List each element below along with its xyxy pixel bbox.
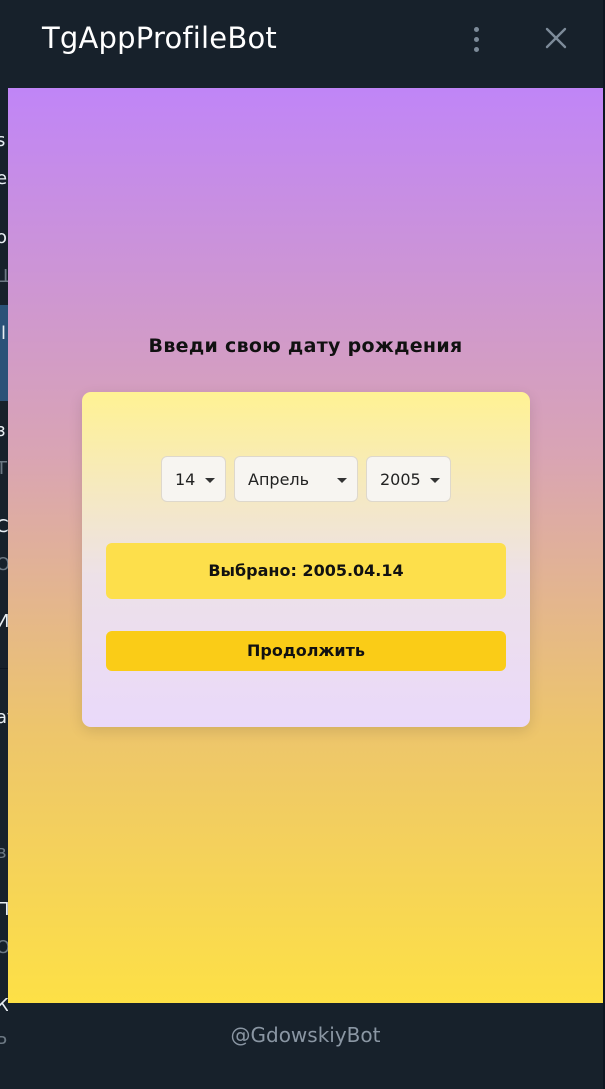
close-icon[interactable]	[542, 24, 570, 52]
month-value: Апрель	[248, 470, 310, 489]
background-text-fragment: e	[0, 168, 8, 189]
background-text-fragment: il	[0, 323, 7, 344]
background-text-fragment: Р	[0, 1033, 7, 1054]
background-text-fragment: С	[0, 516, 8, 537]
day-value: 14	[175, 470, 196, 489]
continue-button[interactable]: Продолжить	[106, 631, 506, 671]
background-text-fragment: в	[0, 842, 7, 863]
background-divider	[0, 668, 8, 669]
background-text-fragment: О	[0, 937, 8, 958]
background-selected-chat	[0, 305, 8, 401]
chevron-down-icon	[337, 478, 347, 483]
day-select[interactable]: 14	[161, 456, 226, 502]
mini-app-content: Введи свою дату рождения 14 Апрель 2005 …	[8, 88, 603, 1003]
background-text-fragment: К	[0, 995, 8, 1016]
birthdate-card: 14 Апрель 2005 Выбрано: 2005.04.14 Продо…	[82, 392, 530, 727]
background-text-fragment: at	[0, 707, 8, 728]
background-text-fragment: П	[0, 899, 8, 920]
background-text-fragment: Т	[0, 458, 7, 479]
more-menu-icon[interactable]	[462, 22, 490, 56]
background-text-fragment: Ш	[0, 266, 8, 287]
background-text-fragment: з	[0, 420, 6, 441]
chevron-down-icon	[205, 478, 215, 483]
selected-date-display: Выбрано: 2005.04.14	[106, 543, 506, 599]
chevron-down-icon	[430, 478, 440, 483]
mini-app-window: TgAppProfileBot Введи свою дату рождения…	[8, 0, 603, 1089]
month-select[interactable]: Апрель	[234, 456, 358, 502]
background-text-fragment: o	[0, 227, 8, 248]
page-title: Введи свою дату рождения	[148, 335, 463, 357]
window-title: TgAppProfileBot	[42, 21, 277, 55]
background-text-fragment: О	[0, 554, 8, 575]
year-select[interactable]: 2005	[366, 456, 451, 502]
background-chat-list: s e o Ш il з Т С О И at в П О К Р	[0, 0, 8, 1089]
title-bar: TgAppProfileBot	[8, 0, 603, 88]
background-text-fragment: И	[0, 611, 8, 632]
background-text-fragment: s	[0, 130, 6, 151]
bot-footer: @GdowskiyBot	[8, 1003, 603, 1089]
year-value: 2005	[380, 470, 421, 489]
bot-username[interactable]: @GdowskiyBot	[231, 1023, 381, 1047]
